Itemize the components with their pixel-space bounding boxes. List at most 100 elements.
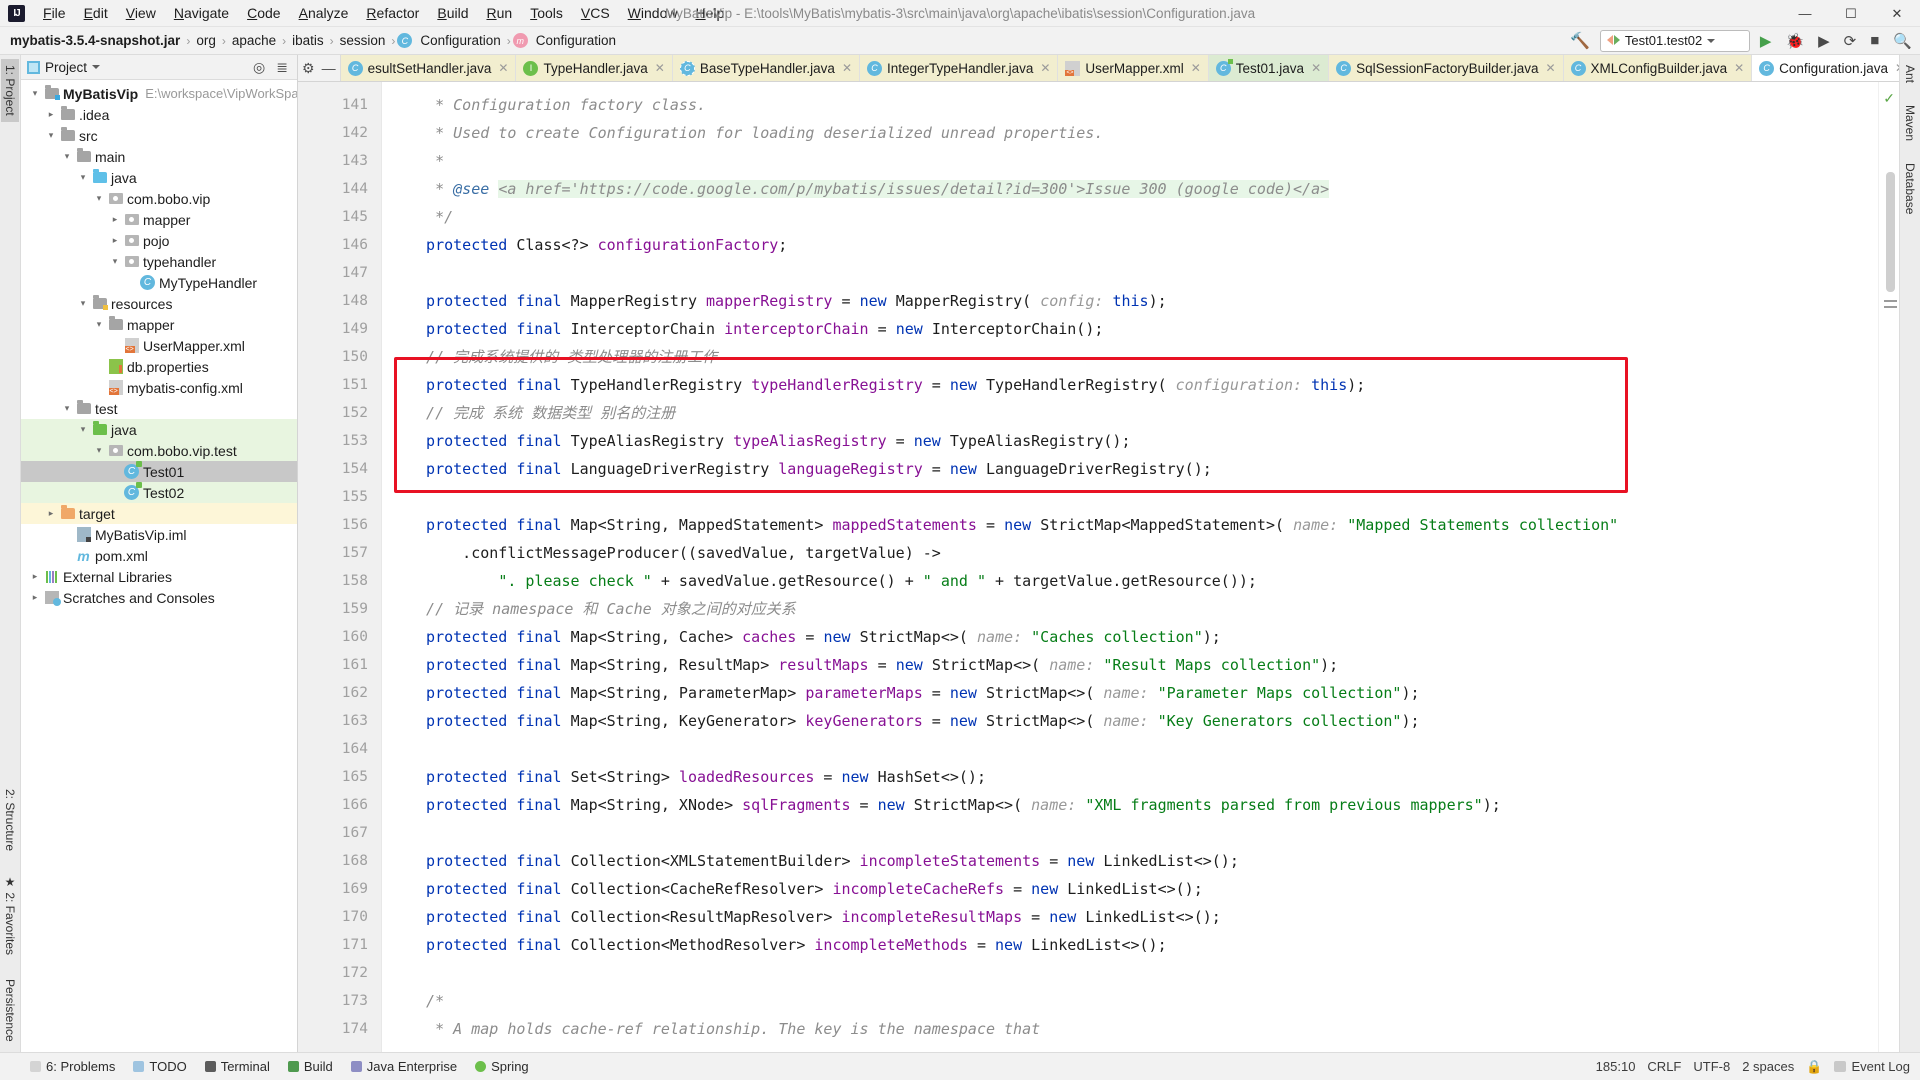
- breadcrumb-item-apache[interactable]: apache: [228, 32, 280, 49]
- close-icon[interactable]: ✕: [1311, 61, 1321, 75]
- close-icon[interactable]: ✕: [1191, 61, 1201, 75]
- tree-node-test02[interactable]: C Test02: [21, 482, 297, 503]
- tree-node-test[interactable]: ▾ test: [21, 398, 297, 419]
- indent-setting[interactable]: 2 spaces: [1742, 1059, 1794, 1074]
- breadcrumb-item-configuration[interactable]: C Configuration: [397, 32, 504, 49]
- tree-node-typehandler[interactable]: ▾ typehandler: [21, 251, 297, 272]
- build-hammer-icon[interactable]: 🔨: [1566, 31, 1594, 51]
- tree-expand-arrow-icon[interactable]: ▾: [59, 151, 75, 162]
- sidebar-item-structure[interactable]: 2: Structure: [1, 783, 19, 857]
- close-button[interactable]: ✕: [1874, 0, 1920, 27]
- tab-sqlsessionfactorybuilder-java[interactable]: C SqlSessionFactoryBuilder.java ✕: [1329, 55, 1564, 81]
- tree-expand-arrow-icon[interactable]: ▾: [59, 403, 75, 414]
- tree-expand-arrow-icon[interactable]: ▾: [27, 88, 43, 99]
- breadcrumb-item-mybatis-3-5-4-snapshot-jar[interactable]: mybatis-3.5.4-snapshot.jar: [6, 32, 184, 49]
- tab-integertypehandler-java[interactable]: C IntegerTypeHandler.java ✕: [860, 55, 1059, 81]
- tree-node-test01[interactable]: C Test01: [21, 461, 297, 482]
- tree-node--idea[interactable]: ▸ .idea: [21, 104, 297, 125]
- maximize-button[interactable]: ☐: [1828, 0, 1874, 27]
- lock-icon[interactable]: 🔒: [1806, 1059, 1822, 1075]
- code-text[interactable]: * Configuration factory class. * Used to…: [382, 82, 1878, 1052]
- tree-expand-arrow-icon[interactable]: ▾: [91, 445, 107, 456]
- run-button[interactable]: ▶: [1756, 32, 1776, 50]
- menu-item-code[interactable]: Code: [238, 2, 289, 24]
- debug-button[interactable]: 🐞: [1781, 32, 1808, 50]
- sidebar-item-database[interactable]: Database: [1901, 157, 1919, 220]
- locate-file-crosshair-icon[interactable]: ◎: [250, 59, 268, 76]
- minimize-icon[interactable]: —: [322, 60, 336, 76]
- sidebar-item-maven[interactable]: Maven: [1901, 99, 1919, 147]
- scrollbar-thumb[interactable]: [1886, 172, 1895, 292]
- tree-expand-arrow-icon[interactable]: ▾: [43, 130, 59, 141]
- close-icon[interactable]: ✕: [1734, 61, 1744, 75]
- tab-test01-java[interactable]: C Test01.java ✕: [1208, 55, 1330, 81]
- caret-position[interactable]: 185:10: [1596, 1059, 1636, 1074]
- tree-node-mapper[interactable]: ▾ mapper: [21, 314, 297, 335]
- close-icon[interactable]: ✕: [498, 61, 508, 75]
- breadcrumb-item-configuration[interactable]: m Configuration: [512, 32, 620, 49]
- status-spring[interactable]: Spring: [467, 1057, 537, 1076]
- tree-expand-arrow-icon[interactable]: ▸: [27, 571, 43, 582]
- close-icon[interactable]: ✕: [1040, 61, 1050, 75]
- tree-node-db-properties[interactable]: db.properties: [21, 356, 297, 377]
- tree-expand-arrow-icon[interactable]: ▾: [75, 172, 91, 183]
- search-icon[interactable]: 🔍: [1889, 32, 1916, 50]
- tab-xmlconfigbuilder-java[interactable]: C XMLConfigBuilder.java ✕: [1563, 55, 1753, 81]
- breadcrumb-item-ibatis[interactable]: ibatis: [288, 32, 328, 49]
- tree-node-resources[interactable]: ▾ resources: [21, 293, 297, 314]
- tree-node-mybatis-config-xml[interactable]: mybatis-config.xml: [21, 377, 297, 398]
- tree-node-java[interactable]: ▾ java: [21, 419, 297, 440]
- menu-item-edit[interactable]: Edit: [75, 2, 117, 24]
- sidebar-item-project[interactable]: 1: Project: [1, 59, 19, 122]
- menu-item-tools[interactable]: Tools: [521, 2, 572, 24]
- tab-configuration-java[interactable]: CConfiguration.java✕: [1752, 55, 1899, 81]
- tree-node-target[interactable]: ▸ target: [21, 503, 297, 524]
- project-view-chevron-down-icon[interactable]: [92, 65, 101, 69]
- coverage-button[interactable]: ▶: [1814, 32, 1834, 50]
- tree-node-com-bobo-vip[interactable]: ▾ com.bobo.vip: [21, 188, 297, 209]
- menu-item-vcs[interactable]: VCS: [572, 2, 619, 24]
- status-build[interactable]: Build: [280, 1057, 341, 1076]
- tree-node-mapper[interactable]: ▸ mapper: [21, 209, 297, 230]
- tree-node-mybatisvip-iml[interactable]: MyBatisVip.iml: [21, 524, 297, 545]
- breadcrumb-item-org[interactable]: org: [192, 32, 220, 49]
- tree-expand-arrow-icon[interactable]: ▾: [75, 424, 91, 435]
- tab-usermapper-xml[interactable]: UserMapper.xml ✕: [1058, 55, 1209, 81]
- encoding[interactable]: UTF-8: [1693, 1059, 1730, 1074]
- tree-node-mytypehandler[interactable]: C MyTypeHandler: [21, 272, 297, 293]
- tree-expand-arrow-icon[interactable]: ▸: [107, 214, 123, 225]
- tree-expand-arrow-icon[interactable]: ▸: [107, 235, 123, 246]
- profile-button[interactable]: ⟳: [1840, 32, 1861, 50]
- tree-expand-arrow-icon[interactable]: ▸: [43, 109, 59, 120]
- tree-node-mybatisvip[interactable]: ▾ MyBatisVip E:\workspace\VipWorkSpace\M: [21, 83, 297, 104]
- tree-expand-arrow-icon[interactable]: ▾: [91, 193, 107, 204]
- menu-item-file[interactable]: File: [34, 2, 75, 24]
- run-configuration-selector[interactable]: Test01.test02: [1599, 29, 1750, 52]
- tree-expand-arrow-icon[interactable]: ▾: [91, 319, 107, 330]
- stop-button[interactable]: ■: [1866, 32, 1883, 49]
- tree-expand-arrow-icon[interactable]: ▾: [107, 256, 123, 267]
- close-icon[interactable]: ✕: [655, 61, 665, 75]
- tree-expand-arrow-icon[interactable]: ▸: [43, 508, 59, 519]
- menu-item-analyze[interactable]: Analyze: [290, 2, 358, 24]
- menu-item-refactor[interactable]: Refactor: [357, 2, 428, 24]
- tab-esultsethandler-java[interactable]: CesultSetHandler.java ✕: [340, 55, 517, 81]
- status-java-enterprise[interactable]: Java Enterprise: [343, 1057, 465, 1076]
- tree-node-src[interactable]: ▾ src: [21, 125, 297, 146]
- tree-node-com-bobo-vip-test[interactable]: ▾ com.bobo.vip.test: [21, 440, 297, 461]
- tree-node-pojo[interactable]: ▸ pojo: [21, 230, 297, 251]
- breadcrumb-item-session[interactable]: session: [336, 32, 390, 49]
- editor-scrollbar[interactable]: ✓: [1878, 82, 1899, 1052]
- minimize-button[interactable]: —: [1782, 0, 1828, 27]
- sidebar-item-ant[interactable]: Ant: [1901, 59, 1919, 89]
- close-icon[interactable]: ✕: [1545, 61, 1555, 75]
- tree-expand-arrow-icon[interactable]: ▾: [75, 298, 91, 309]
- tab-basetypehandler-java[interactable]: C BaseTypeHandler.java ✕: [672, 55, 860, 81]
- menu-item-view[interactable]: View: [117, 2, 165, 24]
- status-terminal[interactable]: Terminal: [197, 1057, 278, 1076]
- menu-item-build[interactable]: Build: [428, 2, 477, 24]
- status-todo[interactable]: TODO: [125, 1057, 194, 1076]
- status-6--problems[interactable]: 6: Problems: [22, 1057, 123, 1076]
- line-separator[interactable]: CRLF: [1647, 1059, 1681, 1074]
- sidebar-item-favorites[interactable]: ★ 2: Favorites: [1, 869, 19, 961]
